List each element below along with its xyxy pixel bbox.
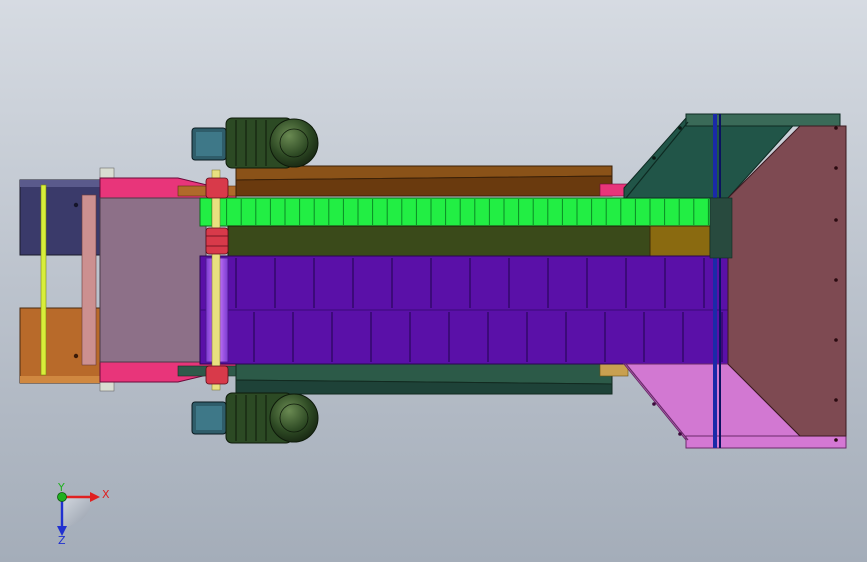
side-rail-top[interactable]	[235, 165, 629, 197]
conveyor-belt[interactable]	[199, 255, 729, 365]
graphics-viewport[interactable]: X Y Z	[0, 0, 867, 562]
side-rail-bottom[interactable]	[235, 363, 629, 395]
motor-top[interactable]	[191, 117, 319, 169]
motor-bottom[interactable]	[191, 392, 319, 444]
model-view[interactable]: X Y Z	[0, 0, 867, 562]
olive-strip	[227, 225, 728, 257]
chain-track[interactable]	[199, 197, 729, 227]
view-orientation-triad[interactable]: X Y Z	[57, 481, 110, 547]
z-axis-label: Z	[58, 534, 66, 547]
triad-plane	[62, 497, 92, 527]
y-axis-label: Y	[57, 481, 65, 494]
x-arrow-icon	[90, 492, 100, 502]
x-axis-label: X	[102, 488, 110, 501]
